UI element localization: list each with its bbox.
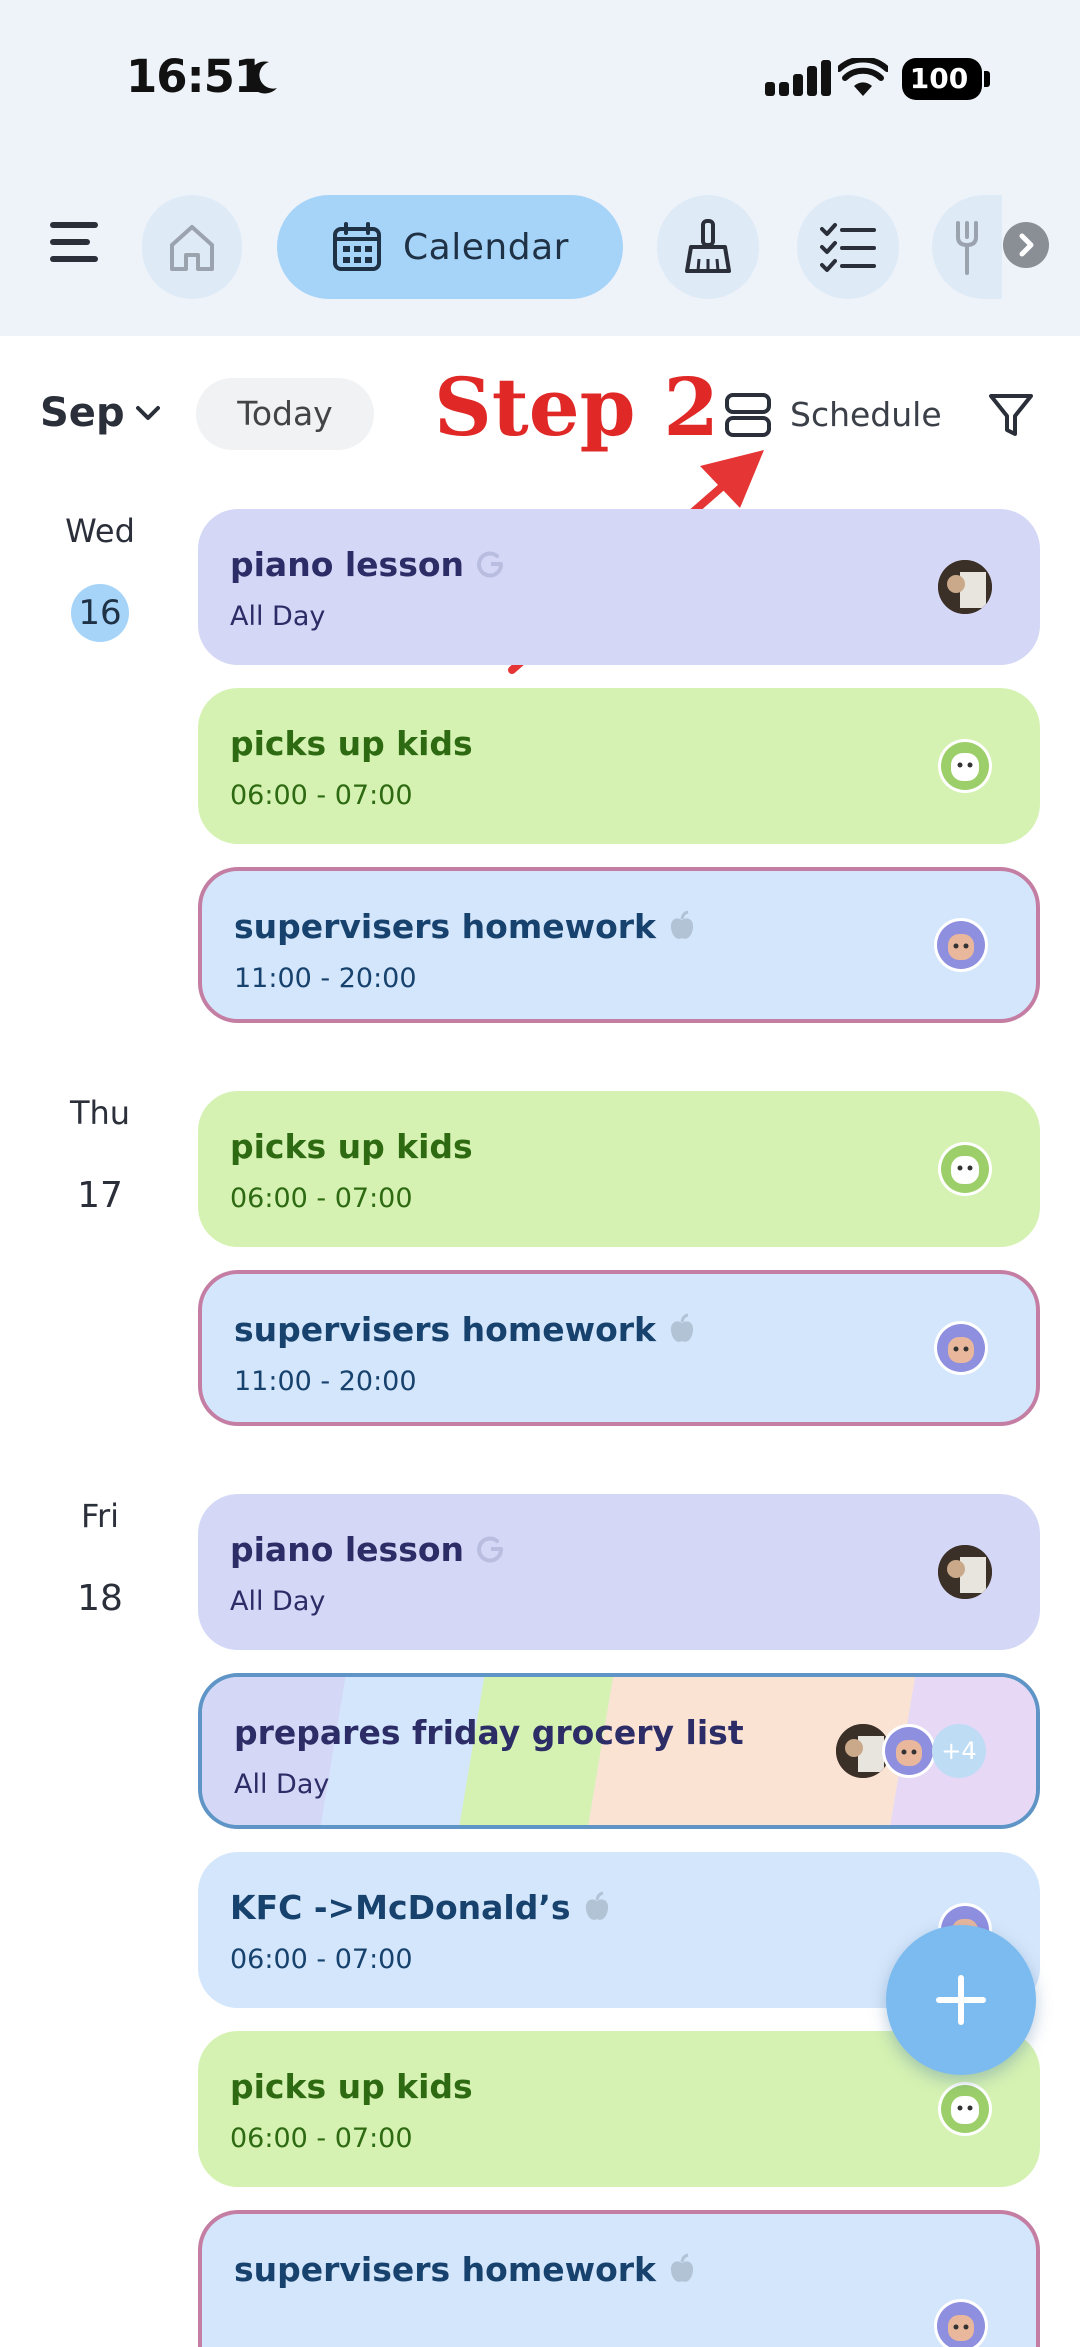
schedule-view-button[interactable]: Schedule [790, 395, 942, 434]
signal-icon [765, 60, 831, 96]
battery-icon: 100 [902, 58, 990, 100]
avatar [934, 2299, 988, 2347]
day-name: Fri [80, 1497, 120, 1535]
hamburger-icon[interactable] [50, 222, 98, 262]
google-icon [477, 551, 504, 578]
tab-tasks[interactable] [797, 195, 899, 299]
event-title: piano lesson [230, 545, 506, 584]
broom-icon [685, 219, 731, 273]
filter-icon[interactable] [988, 392, 1034, 438]
event-title: prepares friday grocery list [234, 1713, 744, 1752]
apple-icon [670, 910, 694, 939]
day-name: Wed [65, 512, 135, 550]
event-card-multi[interactable]: prepares friday grocery list All Day +4 [198, 1673, 1040, 1829]
event-time: 06:00 - 07:00 [230, 780, 413, 811]
day-number[interactable]: 17 [40, 1175, 160, 1216]
event-card[interactable]: picks up kids 06:00 - 07:00 [198, 1091, 1040, 1247]
avatar [938, 1142, 992, 1196]
event-time: 11:00 - 20:00 [234, 963, 417, 994]
tab-calendar[interactable]: Calendar [277, 195, 623, 299]
today-button[interactable]: Today [196, 378, 374, 450]
event-card[interactable]: piano lesson All Day [198, 1494, 1040, 1650]
battery-level: 100 [909, 62, 969, 95]
day-number-today[interactable]: 16 [40, 584, 160, 642]
event-title: KFC ->McDonald’s [230, 1888, 613, 1927]
avatar [938, 1545, 992, 1599]
avatar [882, 1724, 936, 1778]
event-time: All Day [230, 601, 326, 632]
wifi-icon [838, 58, 888, 96]
tab-home[interactable] [142, 195, 242, 299]
tab-calendar-label: Calendar [403, 226, 569, 268]
status-time: 16:51 [126, 50, 265, 103]
calendar-icon [333, 222, 382, 271]
add-event-button[interactable] [886, 1925, 1036, 2075]
moon-icon [248, 61, 277, 94]
event-title: piano lesson [230, 1530, 506, 1569]
avatar [938, 2082, 992, 2136]
nav-scroll-button[interactable] [1003, 222, 1049, 268]
event-card[interactable]: supervisers homework 11:00 - 20:00 [198, 1270, 1040, 1426]
event-card[interactable]: supervisers homework 11:00 - 20:00 [198, 867, 1040, 1023]
event-card[interactable]: piano lesson All Day [198, 509, 1040, 665]
event-time: 06:00 - 07:00 [230, 1944, 413, 1975]
event-time: 06:00 - 07:00 [230, 1183, 413, 1214]
event-time: 06:00 - 07:00 [230, 2123, 413, 2154]
day-number[interactable]: 18 [40, 1578, 160, 1619]
event-title: supervisers homework [234, 907, 698, 946]
more-attendees-badge: +4 [932, 1724, 986, 1778]
google-icon [477, 1536, 504, 1563]
apple-icon [670, 1313, 694, 1342]
fork-icon [956, 221, 978, 275]
event-title: picks up kids [230, 724, 473, 763]
schedule-view-icon[interactable] [724, 392, 772, 438]
apple-icon [670, 2253, 694, 2282]
event-time: 11:00 - 20:00 [234, 1366, 417, 1397]
step-annotation: Step 2 [434, 360, 720, 454]
event-title: picks up kids [230, 2067, 473, 2106]
chevron-down-icon[interactable] [134, 402, 162, 424]
chevron-right-icon [1019, 233, 1034, 257]
apple-icon [585, 1891, 608, 1920]
event-title: supervisers homework [234, 2250, 698, 2289]
event-title: picks up kids [230, 1127, 473, 1166]
event-time: All Day [234, 1769, 330, 1800]
month-selector[interactable]: Sep [40, 390, 125, 436]
avatar [934, 918, 988, 972]
event-card[interactable]: supervisers homework [198, 2210, 1040, 2347]
checklist-icon [820, 223, 876, 272]
home-icon [170, 225, 214, 271]
avatar [938, 560, 992, 614]
event-title: supervisers homework [234, 1310, 698, 1349]
avatar [934, 1321, 988, 1375]
avatar [938, 739, 992, 793]
event-card[interactable]: picks up kids 06:00 - 07:00 [198, 688, 1040, 844]
event-time: All Day [230, 1586, 326, 1617]
tab-chores[interactable] [657, 195, 759, 299]
day-name: Thu [69, 1094, 131, 1132]
